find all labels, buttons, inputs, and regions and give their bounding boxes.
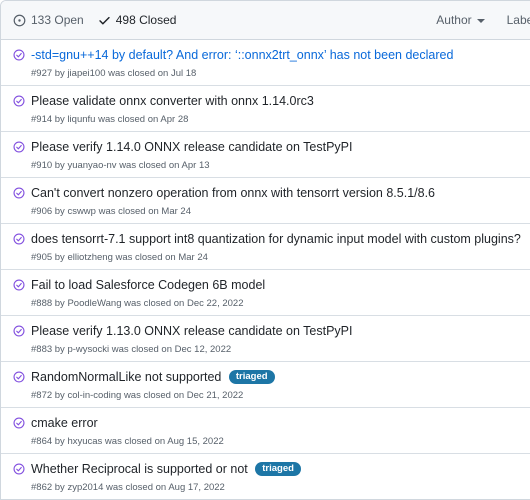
issue-title-link[interactable]: Please validate onnx converter with onnx… [31,94,314,108]
issue-title-link[interactable]: Whether Reciprocal is supported or not [31,462,248,476]
issue-closed-icon [13,279,25,291]
issue-meta: #927 by jiapei100 was closed on Jul 18 [31,68,197,79]
issue-list-header: 133 Open 498 Closed Author Label [1,1,530,40]
closed-issues-filter[interactable]: 498 Closed [98,13,177,27]
issue-row: Can't convert nonzero operation from onn… [1,178,530,224]
issue-meta: #872 by col-in-coding was closed on Dec … [31,390,244,401]
issue-closed-icon [13,141,25,153]
issue-opened-icon [13,14,26,26]
issue-row: Please verify 1.13.0 ONNX release candid… [1,316,530,362]
issue-title-link[interactable]: Please verify 1.14.0 ONNX release candid… [31,140,352,154]
issue-row: does tensorrt-7.1 support int8 quantizat… [1,224,530,270]
issue-title-link[interactable]: RandomNormalLike not supported [31,370,221,384]
issue-meta: #910 by yuanyao-nv was closed on Apr 13 [31,160,210,171]
issue-title-link[interactable]: Please verify 1.13.0 ONNX release candid… [31,324,352,338]
issue-meta: #906 by cswwp was closed on Mar 24 [31,206,191,217]
issue-title-wrapper: Whether Reciprocal is supported or not t… [31,462,301,478]
check-icon [99,16,110,24]
label-filter-label: Label [506,13,530,27]
issue-row: Please verify 1.14.0 ONNX release candid… [1,132,530,178]
label-filter-dropdown[interactable]: Label [507,13,530,27]
issue-row: -std=gnu++14 by default? And error: ‘::o… [1,40,530,86]
issue-title-link[interactable]: Fail to load Salesforce Codegen 6B model [31,278,265,292]
author-filter-dropdown[interactable]: Author [436,13,485,27]
issue-title-link[interactable]: Can't convert nonzero operation from onn… [31,186,435,200]
triaged-label[interactable]: triaged [255,462,301,476]
issue-meta: #883 by p-wysocki was closed on Dec 12, … [31,344,232,355]
issue-row: cmake error #864 by hxyucas was closed o… [1,408,530,454]
issue-meta: #864 by hxyucas was closed on Aug 15, 20… [31,436,224,447]
issue-closed-icon [13,95,25,107]
issue-row: RandomNormalLike not supported triaged #… [1,362,530,408]
issue-closed-icon [13,463,25,475]
issue-row: Please validate onnx converter with onnx… [1,86,530,132]
issue-title-link[interactable]: -std=gnu++14 by default? And error: ‘::o… [31,48,453,62]
triaged-label[interactable]: triaged [228,370,275,384]
issue-row: Whether Reciprocal is supported or not t… [1,454,530,499]
issue-closed-icon [13,325,25,337]
issue-closed-icon [13,417,25,429]
issue-title-link[interactable]: cmake error [31,416,98,430]
issue-meta: #888 by PoodleWang was closed on Dec 22,… [31,298,244,309]
author-filter-label: Author [436,13,472,27]
filter-bar: Author Label [414,1,530,39]
closed-issues-label: 498 Closed [115,13,177,27]
issue-list: -std=gnu++14 by default? And error: ‘::o… [1,40,530,499]
open-issues-filter[interactable]: 133 Open [13,13,84,27]
issue-title-link[interactable]: does tensorrt-7.1 support int8 quantizat… [31,232,521,246]
issue-meta: #914 by liqunfu was closed on Apr 28 [31,114,189,125]
open-issues-label: 133 Open [31,13,84,27]
issue-closed-icon [13,371,25,383]
issue-list-container: 133 Open 498 Closed Author Label - [0,0,530,500]
issue-row: Fail to load Salesforce Codegen 6B model… [1,270,530,316]
issue-closed-icon [13,233,25,245]
issue-meta: #862 by zyp2014 was closed on Aug 17, 20… [31,482,225,493]
issue-closed-icon [13,187,25,199]
issue-closed-icon [13,49,25,61]
chevron-down-icon [476,18,485,23]
issue-meta: #905 by elliotzheng was closed on Mar 24 [31,252,208,263]
issue-title-wrapper: RandomNormalLike not supported triaged [31,370,275,386]
